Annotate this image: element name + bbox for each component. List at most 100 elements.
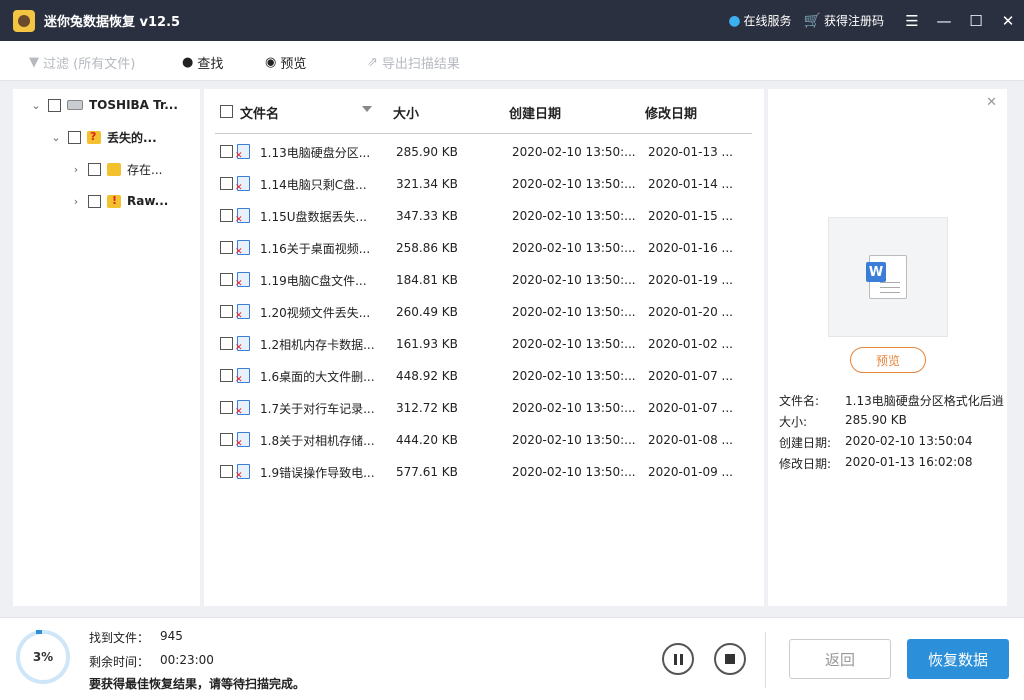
online-service-link[interactable]: ● 在线服务 [728,12,791,29]
preview-toolbar-button[interactable]: ◉ 预览 [265,53,306,72]
pause-button[interactable] [662,643,694,675]
table-row[interactable]: 1.15U盘数据丢失... 347.33 KB 2020-02-10 13:50:.… [204,200,764,232]
deleted-document-icon [235,464,250,481]
column-header-size[interactable]: 大小 [393,103,419,122]
progress-percent: 3% [32,650,54,664]
title-bar: 迷你兔数据恢复 v12.5 ● 在线服务 🛒 获得注册码 ☰ — ☐ ✕ [0,0,1024,41]
file-size: 285.90 KB [396,145,458,159]
get-code-link[interactable]: 🛒 获得注册码 [804,12,884,29]
minimize-icon[interactable]: — [928,0,960,41]
tree-item-label: Raw... [127,194,169,208]
table-row[interactable]: 1.14电脑只剩C盘... 321.34 KB 2020-02-10 13:50:.… [204,168,764,200]
tree-item-drive[interactable]: ⌄ TOSHIBA Tr... [30,95,178,115]
deleted-document-icon [235,272,250,289]
menu-icon[interactable]: ☰ [896,0,928,41]
file-name: 1.14电脑只剩C盘... [260,177,367,192]
column-header-created[interactable]: 创建日期 [509,103,561,122]
file-created: 2020-02-10 13:50:... [512,241,636,255]
column-header-name[interactable]: 文件名 [240,103,279,122]
toolbar: ▼ 过滤 (所有文件) ● 查找 ◉ 预览 ⇗ 导出扫描结果 [0,41,1024,81]
preview-button[interactable]: 预览 [850,347,926,373]
deleted-document-icon [235,432,250,449]
file-name: 1.15U盘数据丢失... [260,209,367,224]
export-icon: ⇗ [367,55,378,70]
back-button[interactable]: 返回 [789,639,891,679]
file-created: 2020-02-10 13:50:... [512,401,636,415]
cart-icon: 🛒 [803,12,821,29]
file-thumbnail: W [828,217,948,337]
stop-button[interactable] [714,643,746,675]
remaining-value: 00:23:00 [160,653,214,667]
recover-button[interactable]: 恢复数据 [907,639,1009,679]
filter-button[interactable]: ▼ 过滤 (所有文件) [29,53,135,72]
row-checkbox[interactable] [220,433,233,446]
file-size: 312.72 KB [396,401,458,415]
file-name: 1.8关于对相机存储... [260,433,375,448]
select-all-checkbox[interactable] [220,105,233,118]
file-size: 260.49 KB [396,305,458,319]
file-name: 1.16关于桌面视频... [260,241,371,256]
table-row[interactable]: 1.19电脑C盘文件... 184.81 KB 2020-02-10 13:50:.… [204,264,764,296]
file-created: 2020-02-10 13:50:... [512,433,636,447]
deleted-document-icon [235,144,250,161]
column-header-modified[interactable]: 修改日期 [645,103,697,122]
row-checkbox[interactable] [220,273,233,286]
online-service-label: 在线服务 [743,14,792,28]
row-checkbox[interactable] [220,177,233,190]
sort-arrow-icon[interactable] [362,106,372,112]
checkbox[interactable] [88,194,101,208]
checkbox[interactable] [68,130,81,144]
file-modified: 2020-01-19 ... [648,273,733,287]
table-row[interactable]: 1.2相机内存卡数据... 161.93 KB 2020-02-10 13:50:.… [204,328,764,360]
info-label: 文件名: [779,394,820,408]
deleted-document-icon [235,304,250,321]
table-row[interactable]: 1.20视频文件丢失... 260.49 KB 2020-02-10 13:50:.… [204,296,764,328]
row-checkbox[interactable] [220,369,233,382]
info-value: 1.13电脑硬盘分区格式化后逍 [845,394,1004,408]
table-row[interactable]: 1.13电脑硬盘分区... 285.90 KB 2020-02-10 13:50:.… [204,136,764,168]
row-checkbox[interactable] [220,401,233,414]
tree-item-label: TOSHIBA Tr... [89,98,178,112]
found-files: 找到文件： 945 [89,629,183,646]
table-row[interactable]: 1.7关于对行车记录... 312.72 KB 2020-02-10 13:50:.… [204,392,764,424]
row-checkbox[interactable] [220,145,233,158]
row-checkbox[interactable] [220,241,233,254]
maximize-icon[interactable]: ☐ [960,0,992,41]
close-preview-icon[interactable]: ✕ [986,95,997,110]
header-divider [215,133,752,134]
file-size: 258.86 KB [396,241,458,255]
row-checkbox[interactable] [220,337,233,350]
preview-label: 预览 [280,57,307,72]
row-checkbox[interactable] [220,465,233,478]
chevron-right-icon[interactable]: › [70,163,82,176]
row-checkbox[interactable] [220,305,233,318]
table-row[interactable]: 1.8关于对相机存储... 444.20 KB 2020-02-10 13:50:.… [204,424,764,456]
checkbox[interactable] [48,98,61,112]
row-checkbox[interactable] [220,209,233,222]
remaining-label: 剩余时间： [89,655,150,669]
export-button[interactable]: ⇗ 导出扫描结果 [367,53,460,72]
scan-hint: 要获得最佳恢复结果，请等待扫描完成。 [89,677,306,691]
tree-item-raw[interactable]: › Raw... [70,191,169,211]
chat-icon: ● [728,12,741,29]
file-name: 1.13电脑硬盘分区... [260,145,371,160]
table-row[interactable]: 1.6桌面的大文件删... 448.92 KB 2020-02-10 13:50:.… [204,360,764,392]
info-label: 创建日期: [779,436,832,450]
file-modified: 2020-01-14 ... [648,177,733,191]
checkbox[interactable] [88,162,101,176]
word-document-icon: W [866,255,907,299]
close-icon[interactable]: ✕ [992,0,1024,41]
chevron-right-icon[interactable]: › [70,195,82,208]
tree-item-existing[interactable]: › 存在... [70,159,162,179]
table-row[interactable]: 1.9错误操作导致电... 577.61 KB 2020-02-10 13:50:.… [204,456,764,488]
file-created: 2020-02-10 13:50:... [512,369,636,383]
table-row[interactable]: 1.16关于桌面视频... 258.86 KB 2020-02-10 13:50:.… [204,232,764,264]
info-value: 285.90 KB [845,413,907,427]
file-size: 444.20 KB [396,433,458,447]
chevron-down-icon[interactable]: ⌄ [30,99,42,112]
chevron-down-icon[interactable]: ⌄ [50,131,62,144]
find-button[interactable]: ● 查找 [182,53,223,72]
tree-item-label: 丢失的... [107,130,157,145]
tree-item-lost[interactable]: ⌄ 丢失的... [50,127,157,147]
file-name: 1.19电脑C盘文件... [260,273,367,288]
